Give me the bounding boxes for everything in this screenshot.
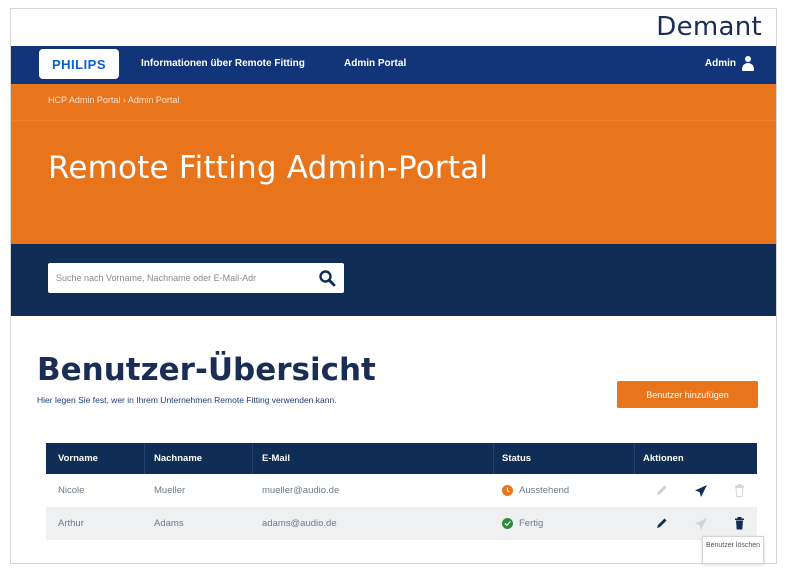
cell-status: Ausstehend	[502, 485, 569, 496]
section-subtitle: Hier legen Sie fest, wer in Ihrem Untern…	[37, 395, 337, 405]
cell-nachname: Mueller	[154, 485, 186, 496]
section-title: Benutzer-Übersicht	[37, 352, 376, 388]
delete-icon	[731, 483, 747, 499]
search-icon[interactable]	[318, 269, 336, 287]
status-text: Fertig	[519, 518, 544, 529]
edit-icon[interactable]	[653, 516, 669, 532]
user-menu-label[interactable]: Admin	[705, 58, 736, 69]
column-header-status[interactable]: Status	[502, 453, 531, 464]
search-input[interactable]	[48, 264, 310, 292]
page-title: Remote Fitting Admin-Portal	[48, 150, 489, 186]
top-navbar: PHILIPS Informationen über Remote Fittin…	[11, 46, 776, 84]
philips-logo[interactable]: PHILIPS	[39, 49, 119, 79]
nav-link-info[interactable]: Informationen über Remote Fitting	[141, 58, 305, 69]
column-header-nachname[interactable]: Nachname	[154, 453, 202, 464]
column-header-vorname[interactable]: Vorname	[58, 453, 98, 464]
table-row: Nicole Mueller mueller@audio.de Ausstehe…	[46, 474, 757, 507]
column-header-email[interactable]: E-Mail	[262, 453, 290, 464]
cell-vorname: Nicole	[58, 485, 85, 496]
page-header: HCP Admin Portal › Admin Portal Remote F…	[11, 84, 776, 244]
cell-vorname: Arthur	[58, 518, 84, 529]
edit-icon	[653, 483, 669, 499]
header-divider	[11, 120, 776, 121]
search-box	[48, 263, 344, 293]
send-invite-icon	[693, 516, 709, 532]
add-user-button[interactable]: Benutzer hinzufügen	[617, 381, 758, 408]
delete-user-tooltip: Benutzer löschen	[702, 536, 764, 564]
check-circle-icon	[502, 518, 513, 529]
delete-icon[interactable]	[731, 516, 747, 532]
user-icon[interactable]	[742, 56, 754, 72]
brand-bar: Demant	[11, 9, 776, 46]
users-table: Vorname Nachname E-Mail Status Aktionen …	[46, 443, 757, 540]
cell-email: mueller@audio.de	[262, 485, 340, 496]
cell-nachname: Adams	[154, 518, 184, 529]
nav-link-admin-portal[interactable]: Admin Portal	[344, 58, 406, 69]
table-row: Arthur Adams adams@audio.de Fertig	[46, 507, 757, 540]
cell-email: adams@audio.de	[262, 518, 337, 529]
table-header: Vorname Nachname E-Mail Status Aktionen	[46, 443, 757, 474]
breadcrumb[interactable]: HCP Admin Portal › Admin Portal	[48, 95, 179, 105]
search-band	[11, 244, 776, 316]
pending-clock-icon	[502, 485, 513, 496]
send-invite-icon[interactable]	[693, 483, 709, 499]
demant-logo: Demant	[656, 12, 762, 42]
column-header-actions: Aktionen	[643, 453, 684, 464]
status-text: Ausstehend	[519, 485, 570, 496]
cell-status: Fertig	[502, 518, 543, 529]
